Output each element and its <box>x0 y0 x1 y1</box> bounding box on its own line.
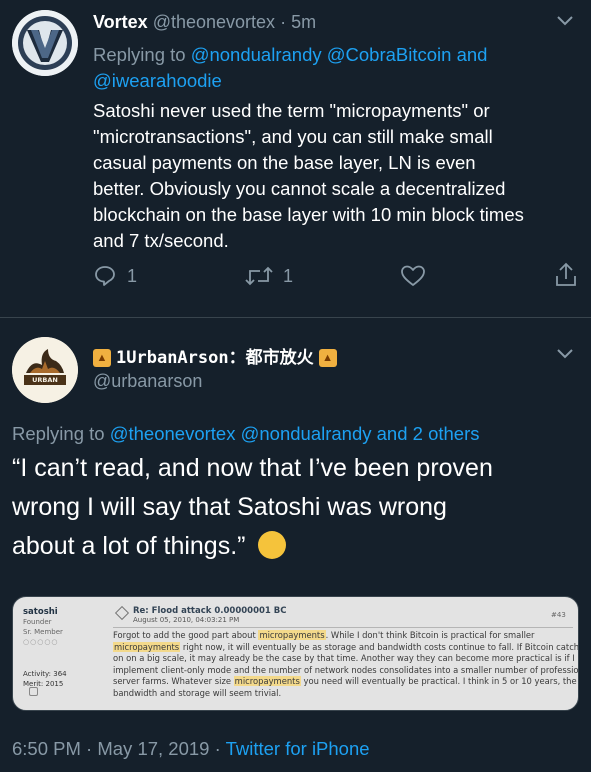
forum-highlight: micropayments <box>258 630 326 640</box>
forum-highlight: micropayments <box>233 676 301 686</box>
avatar-vortex[interactable] <box>12 10 78 76</box>
reply-button[interactable]: 1 <box>93 264 137 288</box>
author-name[interactable]: Vortex <box>93 12 148 32</box>
tweet-text: “I can’t read, and now that I’ve been pr… <box>12 449 582 566</box>
forum-post-number: #43 <box>551 611 566 619</box>
forum-post-icon <box>114 605 130 621</box>
heart-icon <box>401 265 425 286</box>
chevron-down-icon[interactable] <box>556 347 574 365</box>
author-handle[interactable]: @theonevortex <box>153 12 275 32</box>
mention-link[interactable]: @iwearahoodie <box>93 70 222 91</box>
replying-and[interactable]: and <box>457 44 488 65</box>
author-name[interactable]: 1UrbanArson：都市放火 <box>116 348 314 368</box>
separator: · <box>214 738 221 759</box>
tweet-text-line: wrong I will say that Satoshi was wrong <box>12 493 447 521</box>
forum-post-body: Forgot to add the good part about microp… <box>113 630 578 700</box>
tweet-text-line: about a lot of things.” 🤪 <box>12 527 582 566</box>
building-fire-icon: ▲ <box>93 349 111 368</box>
forum-body-segment: . While I don't think Bitcoin is practic… <box>325 630 535 640</box>
tweet-date[interactable]: May 17, 2019 <box>97 738 209 759</box>
author-handle[interactable]: @urbanarson <box>93 371 202 392</box>
tweet-text-segment: about a lot of things.” <box>12 532 246 560</box>
reply-icon <box>95 266 115 286</box>
separator: · <box>280 12 287 32</box>
chevron-down-icon[interactable] <box>556 14 574 32</box>
tweet-client-link[interactable]: Twitter for iPhone <box>226 738 370 759</box>
tweet-text-line: Satoshi never used the term "micropaymen… <box>93 100 490 121</box>
forum-body-segment: on on a big scale, it may already be the… <box>113 653 575 663</box>
forum-body-line: implement client-only mode and the numbe… <box>113 665 578 677</box>
forum-body-line: on on a big scale, it may already be the… <box>113 653 575 665</box>
replying-prefix: Replying to <box>12 423 105 444</box>
tweet-text-line: better. Obviously you cannot scale a dec… <box>93 178 506 199</box>
mention-link[interactable]: @CobraBitcoin <box>327 44 452 65</box>
tweet-text-line: "microtransactions", and you can still m… <box>93 126 493 147</box>
others-link[interactable]: 2 others <box>413 423 480 444</box>
mention-link[interactable]: @nondualrandy <box>191 44 322 65</box>
tweet-text: Satoshi never used the term "micropaymen… <box>93 98 588 254</box>
mention-link[interactable]: @theonevortex <box>110 423 236 444</box>
tweet-text-line: blockchain on the base layer with 10 min… <box>93 204 524 225</box>
tweet2-header: ▲ 1UrbanArson：都市放火 ▲ <box>93 343 337 368</box>
tweet-timestamp[interactable]: 6:50 PM <box>12 738 81 759</box>
avatar-urbanarson[interactable]: URBAN ARSON <box>12 337 78 403</box>
tweet-time[interactable]: 5m <box>291 12 316 32</box>
forum-profile-icon <box>29 687 38 696</box>
building-fire-icon: ▲ <box>318 349 337 368</box>
replying-to: Replying to @nondualrandy @CobraBitcoin … <box>93 42 563 94</box>
forum-body-line: Forgot to add the good part about microp… <box>113 630 575 642</box>
forum-body-segment: Forgot to add the good part about <box>113 630 259 640</box>
urban-arson-logo-icon <box>12 337 78 403</box>
forum-activity: Activity: 364 <box>23 670 67 678</box>
attached-image[interactable]: satoshi Founder Sr. Member ○○○○○ Activit… <box>12 596 579 711</box>
zany-face-emoji: 🤪 <box>258 531 287 559</box>
forum-body-segment: right now, it will eventually be as stor… <box>180 641 579 652</box>
forum-user-panel: satoshi Founder Sr. Member ○○○○○ Activit… <box>23 607 103 689</box>
tweet-text-line: “I can’t read, and now that I’ve been pr… <box>12 454 493 482</box>
avatar-label: URBAN ARSON <box>32 376 58 392</box>
retweet-icon <box>245 266 273 286</box>
tweet-text-line: casual payments on the base layer, LN is… <box>93 152 476 173</box>
vortex-logo-icon <box>12 10 78 76</box>
forum-separator <box>113 627 573 628</box>
tweet1-header: Vortex @theonevortex · 5m <box>93 12 316 33</box>
separator: · <box>86 738 93 759</box>
divider <box>0 317 591 318</box>
mention-link[interactable]: @nondualrandy <box>241 423 372 444</box>
forum-body-segment: bandwidth and storage will seem trivial. <box>113 687 282 698</box>
share-icon <box>556 262 576 286</box>
forum-body-line: bandwidth and storage will seem trivial. <box>113 688 575 700</box>
forum-highlight: micropayments <box>113 641 181 652</box>
forum-username: satoshi <box>23 607 58 617</box>
forum-body-line: micropayments right now, it will eventua… <box>113 641 578 654</box>
forum-post-date: August 05, 2010, 04:03:21 PM <box>133 616 240 624</box>
forum-body-line: server farms. Whatever size micropayment… <box>113 676 577 688</box>
retweet-button[interactable]: 1 <box>245 264 293 288</box>
tweet-meta: 6:50 PM · May 17, 2019 · Twitter for iPh… <box>12 738 370 760</box>
forum-post-title: Re: Flood attack 0.00000001 BC <box>133 606 287 616</box>
replying-to: Replying to @theonevortex @nondualrandy … <box>12 423 480 445</box>
forum-body-segment: you need will eventually be practical. I… <box>300 676 577 686</box>
forum-rank-stars: ○○○○○ <box>23 638 59 646</box>
forum-rank: Founder <box>23 618 52 626</box>
replying-and[interactable]: and <box>377 423 408 444</box>
forum-body-segment: server farms. Whatever size <box>113 676 234 686</box>
replying-prefix: Replying to <box>93 44 186 65</box>
retweet-count: 1 <box>283 265 294 286</box>
like-button[interactable] <box>400 264 426 288</box>
share-button[interactable] <box>554 262 578 288</box>
forum-body-segment: implement client-only mode and the numbe… <box>113 664 579 675</box>
tweet-text-line: and 7 tx/second. <box>93 230 229 251</box>
forum-rank: Sr. Member <box>23 628 63 636</box>
reply-count: 1 <box>127 265 138 286</box>
